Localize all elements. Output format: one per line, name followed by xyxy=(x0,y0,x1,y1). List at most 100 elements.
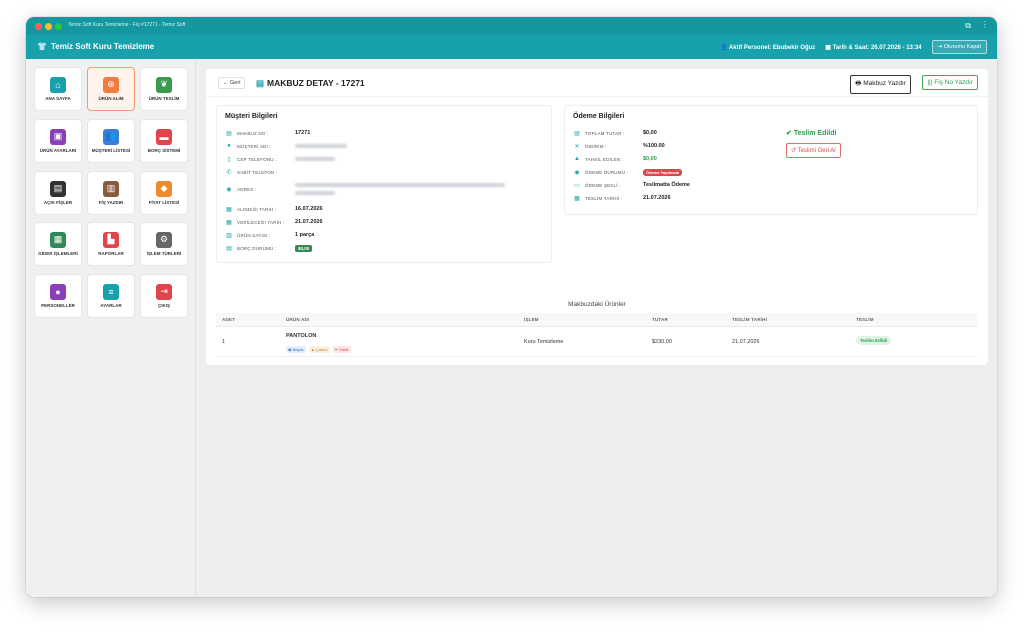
payment-row: ▭ ÖDEME ŞEKLİ : Teslimatta Ödeme xyxy=(573,180,690,190)
customer-row-label: SABİT TELEFON : xyxy=(237,169,278,175)
qty-cell: 1 xyxy=(222,339,226,345)
print-receipt-button[interactable]: 🖶 Makbuz Yazdır xyxy=(850,75,911,94)
user-icon: 👤 xyxy=(720,44,729,51)
customer-row-label: VERİLECEĞİ TARİH : xyxy=(237,219,285,225)
barcode-icon: ▥ xyxy=(103,180,119,197)
receipt-icon: ▦ xyxy=(50,231,66,248)
sidebar-item-fi-yat-li-stesi-[interactable]: ◆ FİYAT LİSTESİ xyxy=(140,171,188,215)
maximize-window-button[interactable] xyxy=(55,23,62,30)
sidebar-item-label: BORÇ SİSTEMİ xyxy=(147,147,181,153)
payment-row-icon: ✕ xyxy=(574,143,580,150)
undo-label: Teslimi Geri Al xyxy=(797,148,836,154)
payment-row-icon: ▤ xyxy=(574,130,580,137)
sidebar-item-ürün-tesli-m[interactable]: ❦ ÜRÜN TESLİM xyxy=(140,67,188,111)
active-staff-text: Aktif Personel: Ebubekir Oğuz xyxy=(728,44,816,51)
sidebar-item-ürün-alim[interactable]: ⊕ ÜRÜN ALIM xyxy=(87,67,135,111)
sidebar-item-borç-si-stemi-[interactable]: ▬ BORÇ SİSTEMİ xyxy=(140,119,188,163)
delivered-badge: Teslim Edildi xyxy=(856,336,892,345)
customer-row: ◉ ADRES : xyxy=(225,183,505,195)
blurred-value xyxy=(295,183,505,187)
product-tag: ▲ Çamur xyxy=(308,346,330,353)
customer-row-icon: ▦ xyxy=(226,206,232,213)
debt-badge: $0,00 xyxy=(295,244,313,252)
print-receipt-label: Makbuz Yazdır xyxy=(863,80,906,87)
sidebar-item-raporlar[interactable]: ▙ RAPORLAR xyxy=(87,222,135,266)
sidebar-item-ana-sayfa[interactable]: ⌂ ANA SAYFA xyxy=(34,67,82,111)
undo-delivery-button[interactable]: ↺ Teslimi Geri Al xyxy=(786,143,841,158)
payment-row-label: ÖDEME DURUMU : xyxy=(585,169,629,175)
payment-row-value: 21.07.2026 xyxy=(643,195,671,201)
payment-row-value: Teslimatta Ödeme xyxy=(643,182,690,188)
sidebar-item-gi-der-i-şlemleri-[interactable]: ▦ GİDER İŞLEMLERİ xyxy=(34,222,82,266)
sidebar-item-personeller[interactable]: ● PERSONELLER xyxy=(34,274,82,318)
extension-icon[interactable]: ⧉ xyxy=(965,21,971,31)
table-row[interactable]: 1 PANTOLON Kuru Temizleme $230,00 21.07.2026… xyxy=(216,327,978,357)
close-window-button[interactable] xyxy=(35,23,42,30)
column-header: TESLİM TARİHİ xyxy=(732,317,768,322)
app-header: 👕 Temiz Soft Kuru Temizleme 👤 Aktif Perso… xyxy=(26,35,997,59)
items-table-header: ADET ÜRÜN ADI İŞLEM TUTAR TESLİM TARİHİ TESLİ… xyxy=(216,313,978,327)
datetime: ▦ Tarih & Saat: 26.07.2026 - 13:34 xyxy=(825,44,921,51)
sidebar-item-label: AÇIK FİŞLER xyxy=(43,199,73,205)
customer-row-value: 16.07.2026 xyxy=(295,206,323,212)
customer-row-icon: ◉ xyxy=(226,186,232,193)
payment-row: ✕ İNDİRİM : %100.00 xyxy=(573,141,664,151)
receipt-detail-panel: ← Geri ▤ MAKBUZ DETAY - 17271 🖶 Makbuz Ya… xyxy=(206,69,988,365)
customer-row: ▤ MAKBUZ NO : 17271 xyxy=(225,128,310,138)
brand: 👕 Temiz Soft Kuru Temizleme xyxy=(37,42,154,51)
minimize-window-button[interactable] xyxy=(45,23,52,30)
chart-icon: ▙ xyxy=(103,231,119,248)
customer-row-label: MAKBUZ NO : xyxy=(237,130,269,136)
print-slip-button[interactable]: ||| Fiş No Yazdır xyxy=(922,75,978,90)
page-title: ▤ MAKBUZ DETAY - 17271 xyxy=(256,78,365,89)
payment-card-title: Ödeme Bilgileri xyxy=(573,113,625,120)
tag-text: Çamur xyxy=(315,347,328,352)
sidebar-item-çikiş[interactable]: ⇥ ÇIKIŞ xyxy=(140,274,188,318)
customer-row-value: 21.07.2026 xyxy=(295,219,323,225)
items-title: Makbuzdaki Ürünler xyxy=(568,301,626,308)
payment-row: ▲ TAHSİL EDİLEN : $0,00 xyxy=(573,154,657,164)
window-titlebar: Temiz Soft Kuru Temizleme - Fiş #17271 -… xyxy=(26,17,997,35)
customer-row-value: 1 parça xyxy=(295,232,315,238)
customer-row-label: MÜŞTERİ ADI : xyxy=(237,143,271,149)
customer-row: ▯ CEP TELEFONU : xyxy=(225,154,335,164)
status-cell: Teslim Edildi xyxy=(856,336,892,345)
sidebar-item-i-şlem-türleri-[interactable]: ⚙ İŞLEM TÜRLERİ xyxy=(140,222,188,266)
gears-icon: ⚙ xyxy=(156,231,172,248)
address-value xyxy=(295,183,505,195)
logout-button[interactable]: ⇥ Oturumu Kapat xyxy=(931,40,987,54)
sidebar-item-açik-fi-şler[interactable]: ▤ AÇIK FİŞLER xyxy=(34,171,82,215)
sidebar-item-ürün-ayarlari[interactable]: ▣ ÜRÜN AYARLARI xyxy=(34,119,82,163)
process-cell: Kuru Temizleme xyxy=(524,339,564,345)
print-slip-label: Fiş No Yazdır xyxy=(934,79,973,86)
brand-name: Temiz Soft Kuru Temizleme xyxy=(50,42,155,51)
box-icon: ▣ xyxy=(50,128,66,145)
customer-row-icon: ▯ xyxy=(227,156,231,163)
customer-row-label: CEP TELEFONU : xyxy=(237,156,277,162)
sidebar: ⌂ ANA SAYFA ⊕ ÜRÜN ALIM ❦ ÜRÜN TESLİM ▣ ÜRÜN AY… xyxy=(26,59,196,597)
active-staff: 👤 Aktif Personel: Ebubekir Oğuz xyxy=(720,44,815,51)
customer-row-label: ADRES : xyxy=(237,186,257,192)
sidebar-item-fi-ş-yazdir[interactable]: ▥ FİŞ YAZDIR xyxy=(87,171,135,215)
sidebar-item-label: GİDER İŞLEMLERİ xyxy=(38,250,78,256)
payment-row-icon: ▭ xyxy=(574,182,580,189)
sidebar-item-müşteri-li-stesi-[interactable]: 👥 MÜŞTERİ LİSTESİ xyxy=(87,119,135,163)
sliders-icon: ≡ xyxy=(103,283,119,300)
sidebar-item-ayarlar[interactable]: ≡ AYARLAR xyxy=(87,274,135,318)
customer-card-title: Müşteri Bilgileri xyxy=(225,113,278,120)
payment-row-value: $0,00 xyxy=(643,130,657,136)
customer-row-icon: ▦ xyxy=(226,219,232,226)
payment-row-icon: ▦ xyxy=(574,195,580,202)
more-menu-icon[interactable]: ⋮ xyxy=(981,20,989,29)
sidebar-item-label: FİYAT LİSTESİ xyxy=(148,199,180,205)
calendar-icon: ▦ xyxy=(825,44,833,51)
customer-row-icon: ✆ xyxy=(226,169,232,176)
file-icon: ▤ xyxy=(50,180,66,197)
payment-row: ▦ TESLİM TARİHİ : 21.07.2026 xyxy=(573,193,671,203)
customer-row-icon: ● xyxy=(227,143,231,149)
logout-label: Oturumu Kapat xyxy=(943,44,981,50)
back-button[interactable]: ← Geri xyxy=(218,77,246,89)
customer-row-label: ALINDIĞI TARİH : xyxy=(237,206,277,212)
blurred-value xyxy=(295,144,347,148)
delivery-date-cell: 21.07.2026 xyxy=(732,339,760,345)
